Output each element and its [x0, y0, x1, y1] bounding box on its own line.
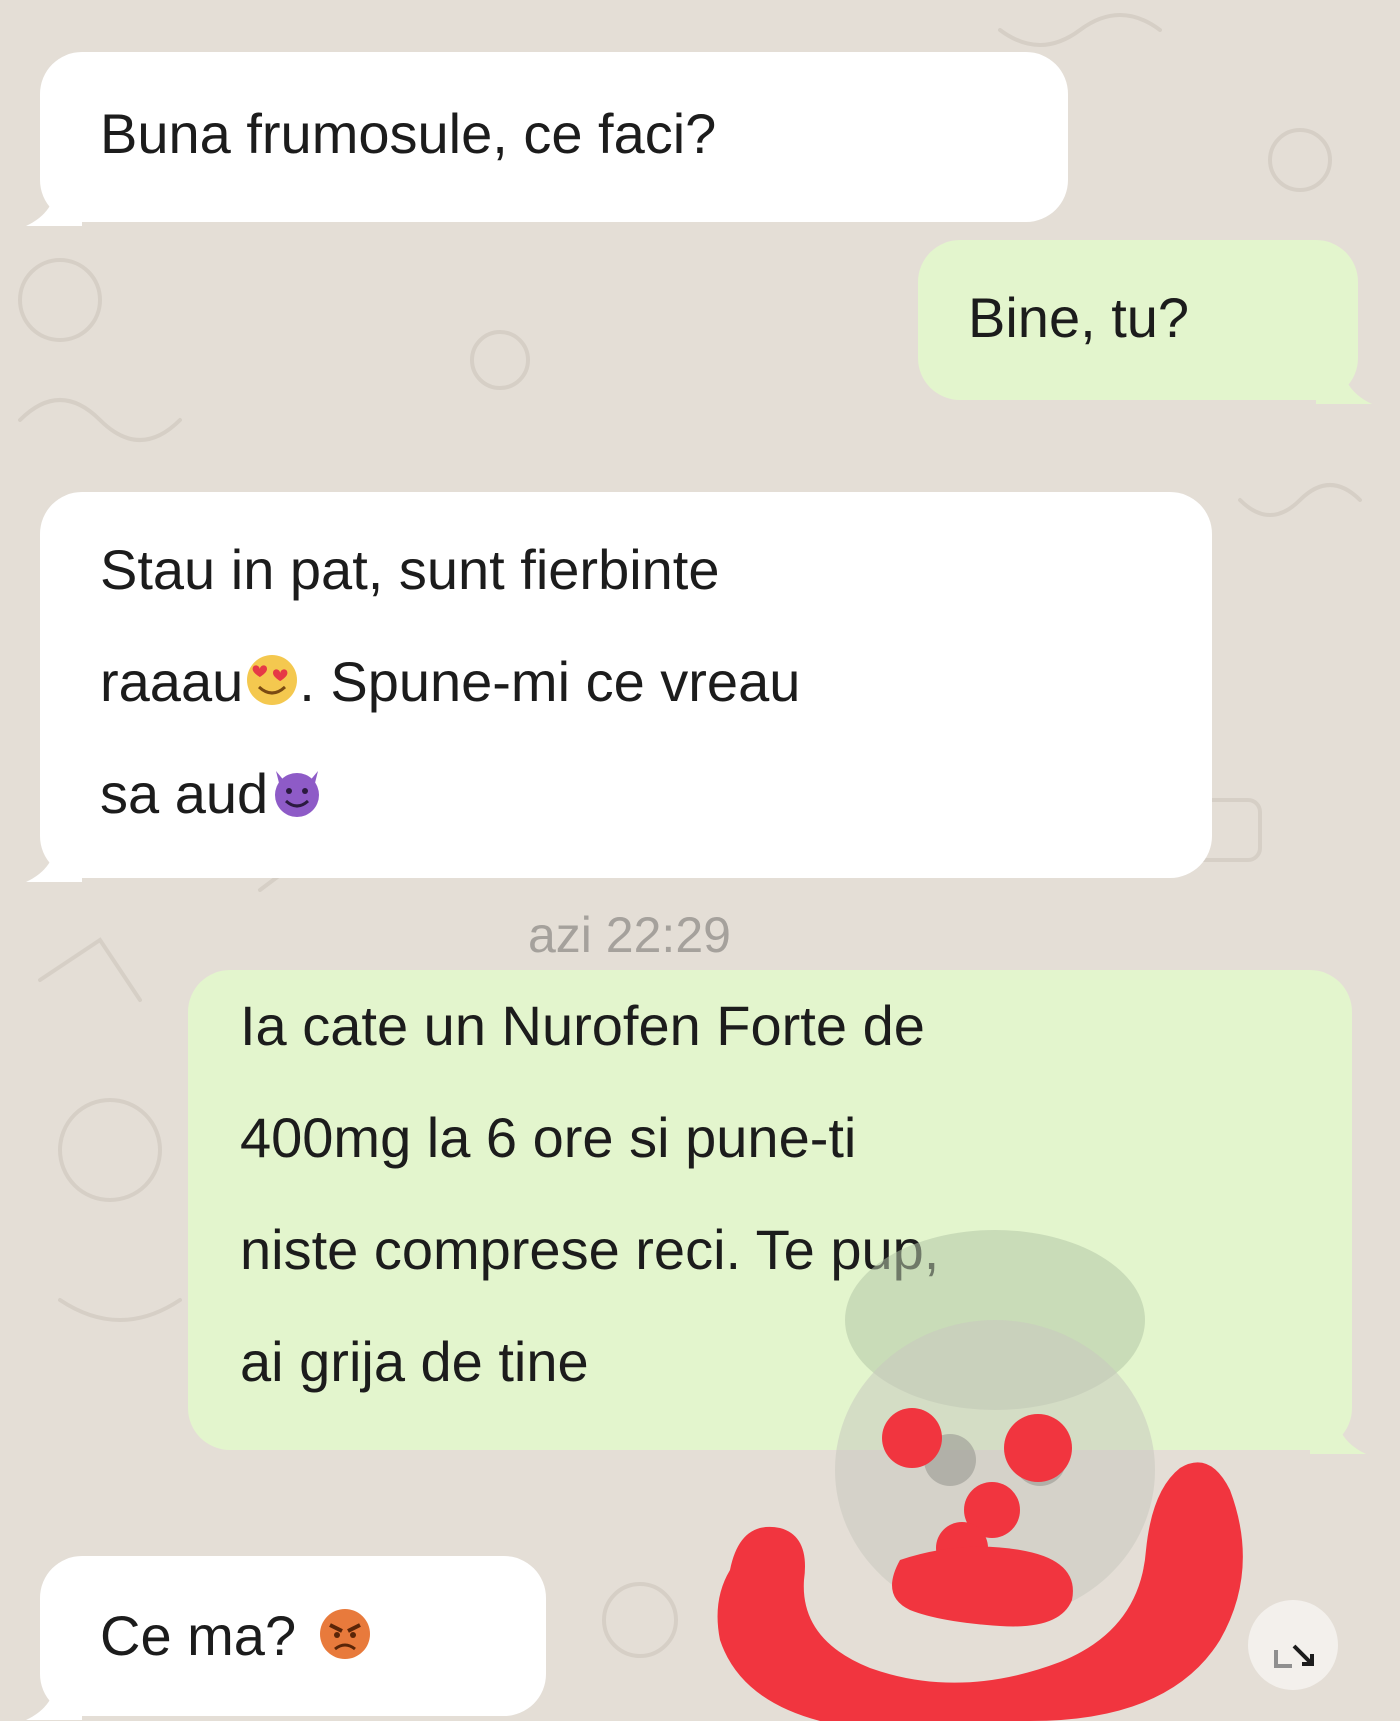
message-text: Bine, tu?	[968, 286, 1190, 349]
message-text-line: 400mg la 6 ore si pune-ti	[240, 1106, 857, 1169]
message-text-fragment: . Spune-mi ce vreau	[299, 650, 801, 713]
message-text-line: Stau in pat, sunt fierbinte	[100, 538, 720, 601]
smiling-face-with-horns-icon	[275, 771, 320, 817]
message-bubble-incoming[interactable]: Buna frumosule, ce faci?	[26, 52, 1068, 226]
message-text-fragment: raaau	[100, 650, 244, 713]
message-bubble-incoming[interactable]: Ce ma?	[26, 1556, 546, 1720]
message-text-line: sa aud	[100, 738, 1212, 850]
message-text-fragment: sa aud	[100, 762, 269, 825]
bubble-tail	[26, 182, 82, 226]
message-bubble-incoming[interactable]: Stau in pat, sunt fierbinte raaau . Spune…	[26, 492, 1212, 882]
bubble-tail	[1316, 360, 1372, 404]
bubble-tail	[26, 838, 82, 882]
message-text-fragment: Ce ma?	[100, 1604, 297, 1667]
smiling-face-with-heart-eyes-icon	[247, 655, 298, 705]
pouting-face-icon	[320, 1609, 371, 1659]
message-text-line: Ia cate un Nurofen Forte de	[240, 994, 925, 1057]
bubble-tail	[26, 1676, 82, 1720]
message-text-line: Ce ma?	[100, 1580, 546, 1692]
expand-icon[interactable]	[1248, 1600, 1338, 1690]
message-bubble-outgoing[interactable]: Bine, tu?	[918, 240, 1372, 404]
message-timestamp: azi 22:29	[528, 907, 731, 963]
message-text-line: raaau . Spune-mi ce vreau	[100, 626, 1212, 738]
message-text: Buna frumosule, ce faci?	[100, 102, 717, 165]
expand-arrows-icon	[1274, 1644, 1314, 1668]
